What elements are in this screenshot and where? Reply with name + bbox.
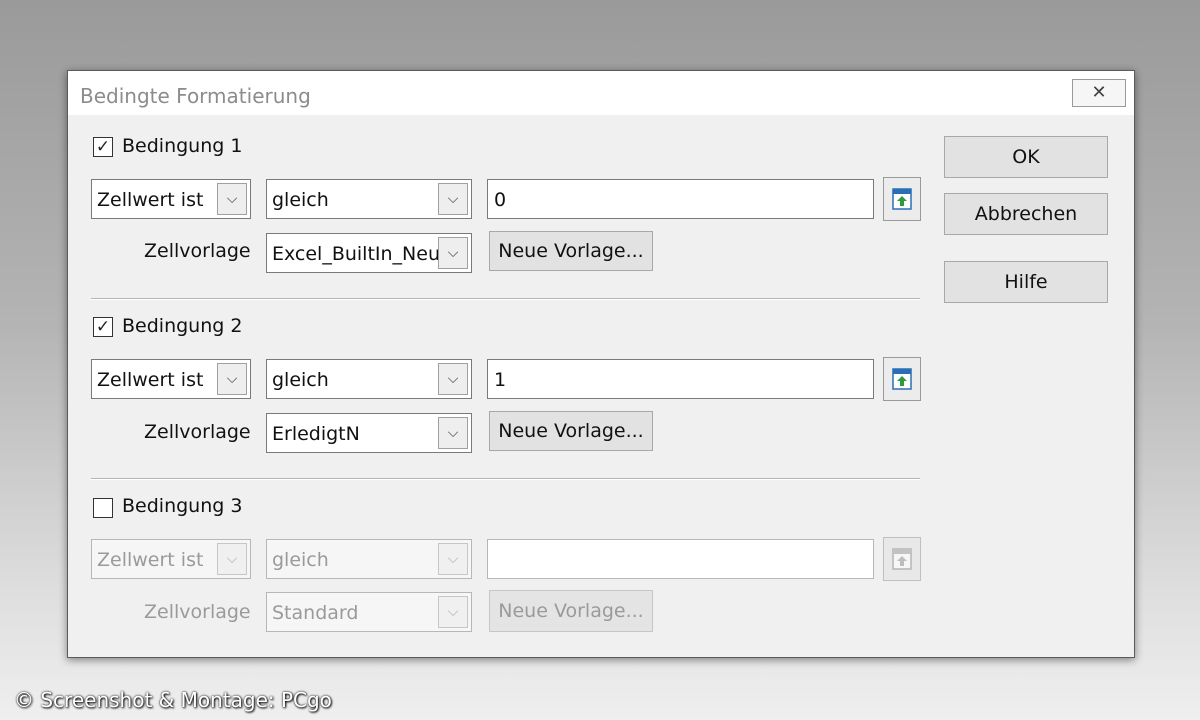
chevron-down-icon: ⌵ bbox=[438, 237, 468, 269]
divider bbox=[91, 298, 920, 300]
copyright-caption: © Screenshot & Montage: PCgo bbox=[14, 688, 332, 712]
condition-3-shrink-button[interactable] bbox=[883, 537, 921, 581]
condition-2-operator-select[interactable]: gleich ⌵ bbox=[266, 359, 472, 399]
help-button[interactable]: Hilfe bbox=[944, 261, 1108, 303]
condition-1-style-select[interactable]: Excel_BuiltIn_Neut ⌵ bbox=[266, 233, 472, 273]
chevron-down-icon: ⌵ bbox=[438, 596, 468, 628]
condition-1-shrink-button[interactable] bbox=[883, 177, 921, 221]
condition-2-style-label: Zellvorlage bbox=[144, 421, 251, 443]
checkmark-icon: ✓ bbox=[95, 317, 111, 337]
chevron-down-icon: ⌵ bbox=[217, 543, 247, 575]
condition-3-style-select[interactable]: Standard ⌵ bbox=[266, 592, 472, 632]
condition-2-checkbox[interactable]: ✓ bbox=[93, 317, 113, 337]
ok-button[interactable]: OK bbox=[944, 136, 1108, 178]
chevron-down-icon: ⌵ bbox=[438, 543, 468, 575]
shrink-icon bbox=[892, 548, 912, 570]
condition-1-style-label: Zellvorlage bbox=[144, 240, 251, 262]
condition-1-operator-select[interactable]: gleich ⌵ bbox=[266, 179, 472, 219]
condition-3-type-select[interactable]: Zellwert ist ⌵ bbox=[91, 539, 251, 579]
close-icon: ✕ bbox=[1091, 82, 1107, 103]
condition-2-new-style-button[interactable]: Neue Vorlage... bbox=[489, 411, 653, 451]
condition-3-new-style-button[interactable]: Neue Vorlage... bbox=[489, 590, 653, 632]
divider bbox=[91, 478, 920, 480]
condition-3-value-input[interactable] bbox=[487, 539, 874, 579]
chevron-down-icon: ⌵ bbox=[438, 363, 468, 395]
condition-1-label: Bedingung 1 bbox=[122, 135, 243, 157]
condition-1-type-select[interactable]: Zellwert ist ⌵ bbox=[91, 179, 251, 219]
condition-3-checkbox[interactable] bbox=[93, 498, 113, 518]
condition-2-shrink-button[interactable] bbox=[883, 357, 921, 401]
condition-1-checkbox[interactable]: ✓ bbox=[93, 137, 113, 157]
cancel-button[interactable]: Abbrechen bbox=[944, 193, 1108, 235]
condition-2-value-input[interactable]: 1 bbox=[487, 359, 874, 399]
dialog-title: Bedingte Formatierung bbox=[80, 84, 311, 108]
title-bar: Bedingte Formatierung ✕ bbox=[68, 71, 1134, 115]
condition-3-operator-select[interactable]: gleich ⌵ bbox=[266, 539, 472, 579]
chevron-down-icon: ⌵ bbox=[438, 183, 468, 215]
condition-2-type-select[interactable]: Zellwert ist ⌵ bbox=[91, 359, 251, 399]
conditional-formatting-dialog: Bedingte Formatierung ✕ ✓ Bedingung 1 Ze… bbox=[67, 70, 1135, 658]
chevron-down-icon: ⌵ bbox=[217, 363, 247, 395]
condition-2-label: Bedingung 2 bbox=[122, 315, 243, 337]
shrink-icon bbox=[892, 188, 912, 210]
condition-1-value-input[interactable]: 0 bbox=[487, 179, 874, 219]
condition-3-style-label: Zellvorlage bbox=[144, 601, 251, 623]
shrink-icon bbox=[892, 368, 912, 390]
condition-3-label: Bedingung 3 bbox=[122, 495, 243, 517]
chevron-down-icon: ⌵ bbox=[217, 183, 247, 215]
close-button[interactable]: ✕ bbox=[1072, 79, 1126, 107]
chevron-down-icon: ⌵ bbox=[438, 417, 468, 449]
condition-2-style-select[interactable]: ErledigtN ⌵ bbox=[266, 413, 472, 453]
condition-1-new-style-button[interactable]: Neue Vorlage... bbox=[489, 231, 653, 271]
checkmark-icon: ✓ bbox=[95, 137, 111, 157]
